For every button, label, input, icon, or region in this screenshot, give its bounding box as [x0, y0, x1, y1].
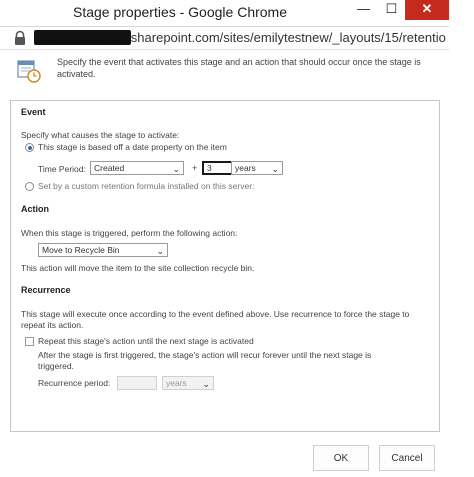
custom-formula-label: Set by a custom retention formula instal… [38, 181, 255, 191]
cancel-button[interactable]: Cancel [379, 445, 435, 471]
repeat-stage-checkbox[interactable] [25, 337, 34, 346]
recurrence-heading: Recurrence [21, 285, 71, 295]
maximize-button[interactable]: ☐ [378, 0, 405, 20]
stage-properties-panel: Event Specify what causes the stage to a… [10, 100, 440, 432]
calendar-clock-icon [16, 58, 42, 84]
window-edge [449, 0, 474, 477]
event-heading: Event [21, 107, 46, 117]
address-bar[interactable]: emilytestnew-mysharepoint.com/sites/emil… [0, 27, 449, 50]
plus-sign: + [192, 163, 198, 173]
intro-banner: Specify the event that activates this st… [0, 50, 449, 94]
unit-select[interactable]: years ⌄ [231, 161, 283, 175]
action-select[interactable]: Move to Recycle Bin ⌄ [38, 243, 168, 257]
chevron-down-icon: ⌄ [172, 164, 180, 174]
time-period-select[interactable]: Created ⌄ [90, 161, 184, 175]
lock-icon [13, 30, 27, 46]
recurrence-period-input[interactable] [117, 376, 157, 390]
chevron-down-icon: ⌄ [156, 246, 164, 256]
chevron-down-icon: ⌄ [202, 379, 210, 389]
event-prompt: Specify what causes the stage to activat… [21, 130, 180, 140]
recurrence-unit-select[interactable]: years ⌄ [162, 376, 214, 390]
custom-formula-radio[interactable] [25, 182, 34, 191]
recurrence-unit-value: years [166, 378, 187, 388]
unit-value: years [235, 163, 256, 173]
window-title: Stage properties - Google Chrome [73, 4, 287, 20]
intro-text: Specify the event that activates this st… [57, 57, 421, 79]
date-property-radio[interactable] [25, 143, 34, 152]
address-url[interactable]: emilytestnew-mysharepoint.com/sites/emil… [34, 30, 446, 46]
date-property-label: This stage is based off a date property … [38, 142, 227, 152]
recurrence-note: After the stage is first triggered, the … [38, 350, 372, 371]
chevron-down-icon: ⌄ [271, 164, 279, 174]
recurrence-period-label: Recurrence period: [38, 378, 111, 388]
window-titlebar: Stage properties - Google Chrome — ☐ ✕ [0, 0, 474, 27]
redacted-tenant: emilytestnew-my [34, 30, 131, 45]
action-prompt: When this stage is triggered, perform th… [21, 228, 238, 238]
minimize-button[interactable]: — [350, 0, 377, 20]
repeat-stage-label: Repeat this stage's action until the nex… [38, 336, 254, 346]
recurrence-description: This stage will execute once according t… [21, 309, 410, 330]
time-period-label: Time Period: [38, 164, 86, 174]
action-heading: Action [21, 204, 49, 214]
close-button[interactable]: ✕ [405, 0, 449, 20]
action-value: Move to Recycle Bin [42, 245, 120, 255]
url-text: sharepoint.com/sites/emilytestnew/_layou… [130, 30, 446, 45]
action-description: This action will move the item to the si… [21, 263, 255, 273]
ok-button[interactable]: OK [313, 445, 369, 471]
time-period-value: Created [94, 163, 125, 173]
